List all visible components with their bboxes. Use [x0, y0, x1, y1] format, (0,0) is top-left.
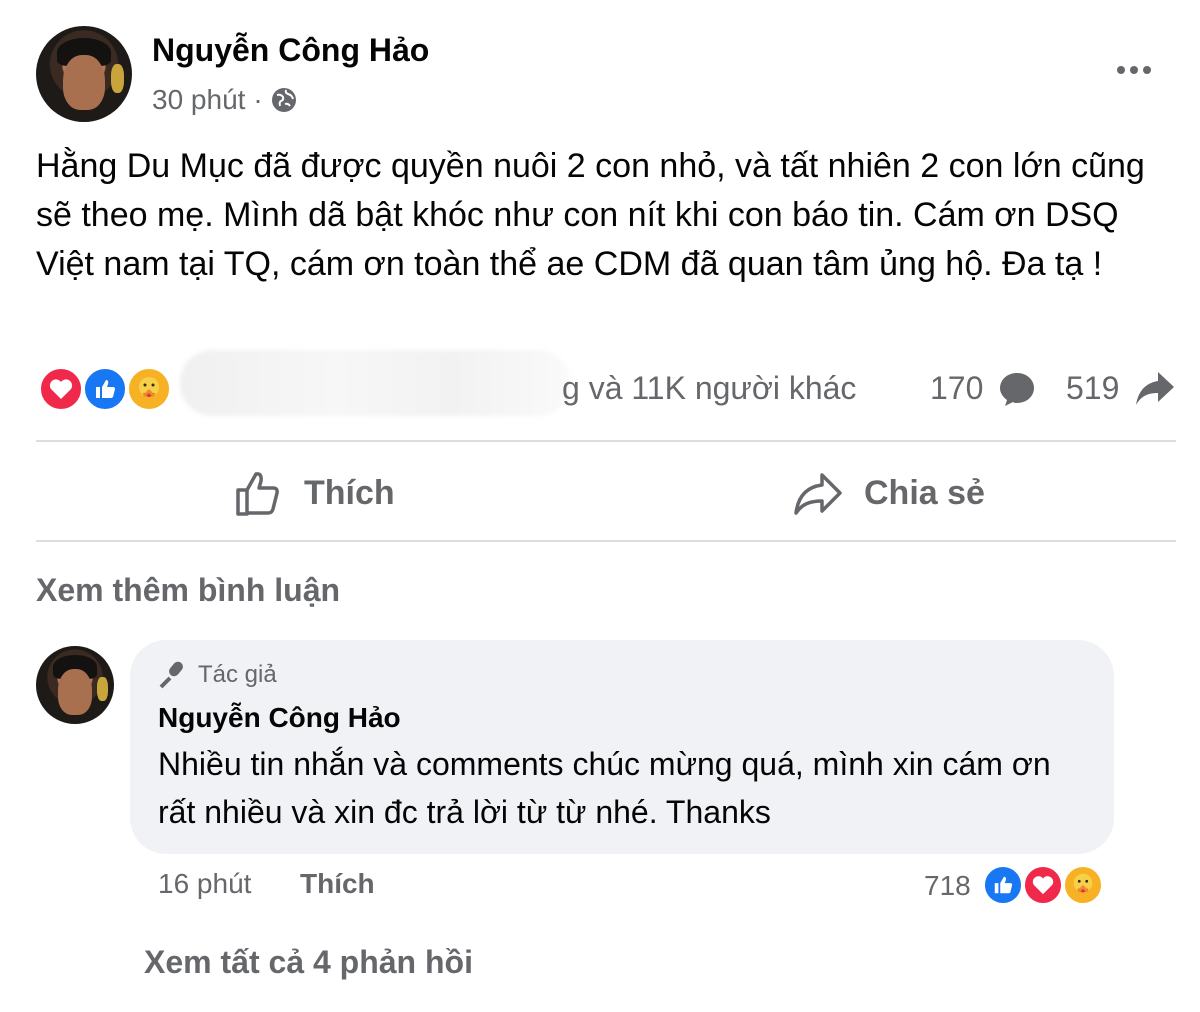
love-reaction-icon[interactable] [38, 366, 84, 412]
share-count[interactable]: 519 [1066, 370, 1119, 407]
share-button[interactable]: Chia sẻ [792, 462, 985, 524]
share-icon[interactable] [1134, 368, 1176, 408]
like-reaction-icon[interactable] [982, 864, 1024, 906]
comment-icon[interactable] [998, 370, 1036, 408]
dot-icon [1143, 66, 1151, 74]
microphone-icon [159, 661, 183, 689]
author-name[interactable]: Nguyễn Công Hảo [152, 32, 429, 69]
globe-icon[interactable] [271, 87, 297, 113]
view-more-comments-link[interactable]: Xem thêm bình luận [36, 572, 340, 609]
comment-like-button[interactable]: Thích [300, 868, 375, 900]
view-replies-link[interactable]: Xem tất cả 4 phản hồi [144, 944, 473, 981]
share-arrow-icon [794, 473, 842, 515]
meta-separator: · [253, 84, 263, 115]
more-options-button[interactable] [1108, 52, 1160, 88]
blurred-reactor-names [180, 350, 570, 416]
dot-icon [1130, 66, 1138, 74]
care-reaction-icon[interactable] [126, 366, 172, 412]
post-meta: 30 phút · [152, 84, 297, 116]
reactor-summary[interactable]: g và 11K người khác [562, 370, 856, 407]
divider [36, 440, 1176, 442]
like-button-label: Thích [304, 473, 395, 512]
share-button-label: Chia sẻ [864, 473, 985, 512]
dot-icon [1117, 66, 1125, 74]
care-reaction-icon[interactable] [1062, 864, 1104, 906]
post-body: Hằng Du Mục đã được quyền nuôi 2 con nhỏ… [36, 147, 1145, 283]
author-badge: Tác giả [158, 660, 277, 690]
thumbs-up-icon [236, 472, 279, 516]
comment-time[interactable]: 16 phút [158, 868, 251, 900]
love-reaction-icon[interactable] [1022, 864, 1064, 906]
comment-author-name[interactable]: Nguyễn Công Hảo [158, 702, 401, 734]
author-avatar[interactable] [36, 26, 132, 122]
divider [36, 540, 1176, 542]
like-button[interactable]: Thích [234, 462, 395, 524]
comment-author-avatar[interactable] [36, 646, 114, 724]
comment-reaction-count[interactable]: 718 [924, 870, 971, 902]
comment-text: Nhiều tin nhắn và comments chúc mừng quá… [158, 746, 1051, 830]
like-reaction-icon[interactable] [82, 366, 128, 412]
author-badge-label: Tác giả [198, 661, 277, 688]
comment-count[interactable]: 170 [930, 370, 983, 407]
post-time[interactable]: 30 phút [152, 84, 245, 116]
